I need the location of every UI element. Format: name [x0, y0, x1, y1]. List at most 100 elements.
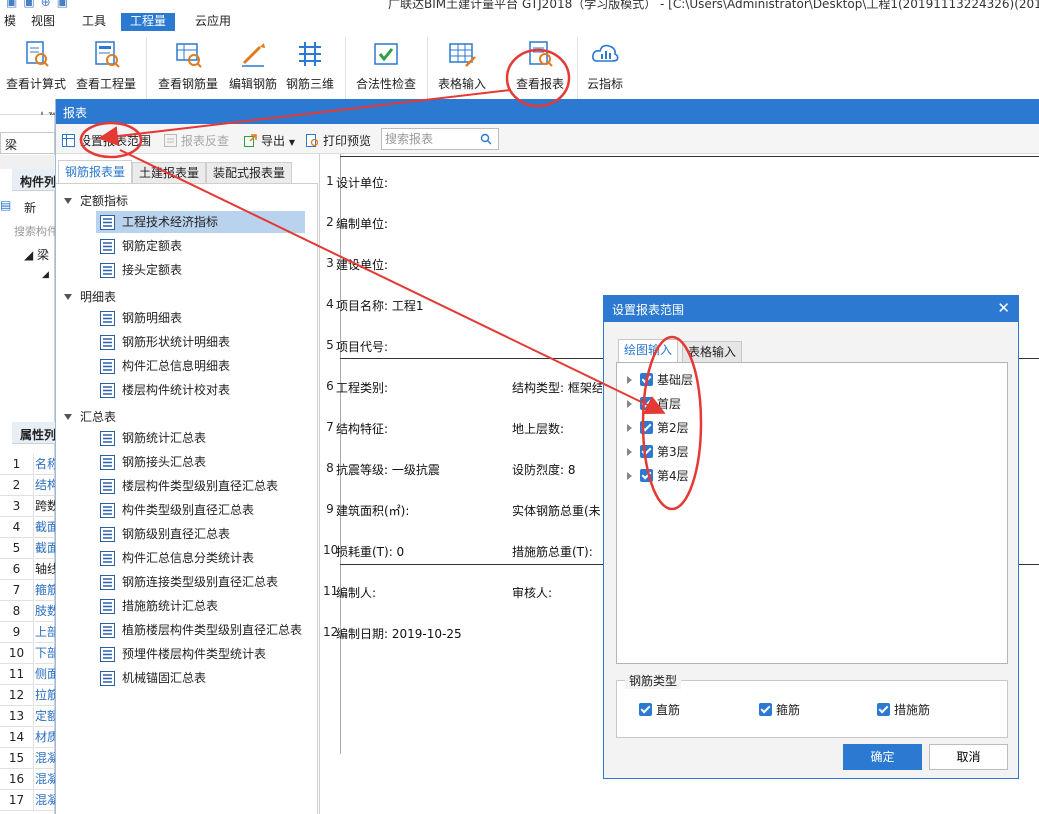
component-type-selector[interactable]: 梁: [0, 132, 55, 154]
floor-item[interactable]: 第3层: [627, 443, 689, 461]
expand-triangle-icon[interactable]: [627, 400, 632, 408]
report-row-number: 3: [326, 256, 334, 270]
report-item[interactable]: 钢筋接头汇总表: [96, 451, 210, 473]
rebar-type-stirrup[interactable]: 箍筋: [759, 701, 800, 718]
menu-tools[interactable]: 工具: [73, 13, 115, 31]
checkbox-checked-icon[interactable]: [640, 469, 653, 482]
export-button[interactable]: 导出 ▼: [244, 132, 295, 149]
tab-table-input[interactable]: 表格输入: [682, 341, 743, 362]
ok-button[interactable]: 确定: [843, 744, 922, 770]
expand-triangle-icon[interactable]: [627, 448, 632, 456]
property-row-name[interactable]: 跨数: [35, 496, 55, 517]
menu-cloud[interactable]: 云应用: [186, 13, 240, 31]
report-item[interactable]: 构件汇总信息明细表: [96, 355, 234, 377]
property-row-name[interactable]: 轴线: [35, 559, 55, 580]
validity-check-icon: [374, 43, 398, 65]
report-group[interactable]: 汇总表: [64, 408, 116, 425]
property-row-name[interactable]: 结构: [35, 475, 55, 496]
report-item[interactable]: 楼层构件统计校对表: [96, 379, 234, 401]
edit-rebar-button[interactable]: 编辑钢筋: [227, 39, 279, 92]
report-item[interactable]: 措施筋统计汇总表: [96, 595, 222, 617]
report-doc-icon: [100, 431, 115, 446]
report-group[interactable]: 定额指标: [64, 192, 128, 209]
report-item[interactable]: 机械锚固汇总表: [96, 667, 210, 689]
tab-civil-report[interactable]: 土建报表量: [132, 162, 207, 183]
checkbox-checked-icon[interactable]: [640, 445, 653, 458]
menu-quantity[interactable]: 工程量: [121, 13, 176, 31]
property-row-name[interactable]: 定额: [35, 706, 55, 727]
property-row-name[interactable]: 截面: [35, 538, 55, 559]
view-quantity-button[interactable]: 查看工程量: [75, 39, 137, 92]
search-icon[interactable]: [480, 133, 492, 145]
report-item[interactable]: 钢筋定额表: [96, 235, 186, 257]
report-item[interactable]: 钢筋形状统计明细表: [96, 331, 234, 353]
report-item[interactable]: 预埋件楼层构件类型统计表: [96, 643, 270, 665]
view-report-button[interactable]: 查看报表: [514, 39, 566, 92]
component-search-input[interactable]: 搜索构件: [14, 223, 58, 239]
report-search-input[interactable]: [382, 129, 478, 149]
property-row-name[interactable]: 名称: [35, 454, 55, 475]
property-row-number: 8: [0, 601, 34, 622]
property-row-name[interactable]: 箍筋: [35, 580, 55, 601]
view-rebar-button[interactable]: 查看钢筋量: [156, 39, 220, 92]
rebar-3d-button[interactable]: 钢筋三维: [284, 39, 336, 92]
checkbox-checked-icon[interactable]: [640, 373, 653, 386]
cloud-index-button[interactable]: 云指标: [584, 39, 626, 92]
report-item[interactable]: 植筋楼层构件类型级别直径汇总表: [96, 619, 306, 641]
property-row-name[interactable]: 混凝: [35, 748, 55, 769]
report-item[interactable]: 工程技术经济指标: [96, 211, 305, 233]
property-row-name[interactable]: 混凝: [35, 790, 55, 811]
tab-prefab-report[interactable]: 装配式报表量: [206, 162, 293, 183]
report-doc-icon: [100, 383, 115, 398]
property-row-name[interactable]: 混凝: [35, 769, 55, 790]
tree-root-beam[interactable]: ◢ 梁: [24, 246, 49, 263]
close-icon[interactable]: ✕: [997, 299, 1010, 317]
report-item[interactable]: 钢筋统计汇总表: [96, 427, 210, 449]
checkbox-checked-icon[interactable]: [640, 421, 653, 434]
report-reverse-check-button[interactable]: 报表反查: [164, 132, 229, 149]
floor-item[interactable]: 首层: [627, 395, 681, 413]
cancel-button[interactable]: 取消: [929, 744, 1008, 770]
expand-triangle-icon[interactable]: [627, 472, 632, 480]
property-row-name[interactable]: 肢数: [35, 601, 55, 622]
report-item[interactable]: 楼层构件类型级别直径汇总表: [96, 475, 282, 497]
report-doc-icon: [100, 359, 115, 374]
menu-view[interactable]: 视图: [22, 13, 64, 31]
property-row-name[interactable]: 材质: [35, 727, 55, 748]
property-row-number: 11: [0, 664, 34, 685]
property-row-number: 2: [0, 475, 34, 496]
table-input-button[interactable]: 表格输入: [436, 39, 488, 92]
report-doc-icon: [100, 311, 115, 326]
collapse-triangle-icon: [64, 198, 72, 204]
report-item[interactable]: 构件汇总信息分类统计表: [96, 547, 258, 569]
property-row-name[interactable]: 上部: [35, 622, 55, 643]
tab-rebar-report[interactable]: 钢筋报表量: [58, 160, 133, 183]
floor-item[interactable]: 基础层: [627, 371, 693, 389]
rebar-type-straight[interactable]: 直筋: [639, 701, 680, 718]
report-item[interactable]: 钢筋明细表: [96, 307, 186, 329]
tree-expand-icon[interactable]: ◢: [42, 270, 49, 280]
new-component-icon[interactable]: ▤: [0, 198, 11, 212]
set-report-range-button[interactable]: 设置报表范围: [62, 132, 151, 149]
property-row-name[interactable]: 截面: [35, 517, 55, 538]
print-preview-button[interactable]: 打印预览: [306, 132, 371, 149]
property-row-name[interactable]: 拉筋: [35, 685, 55, 706]
checkbox-checked-icon[interactable]: [640, 397, 653, 410]
floor-item[interactable]: 第2层: [627, 419, 689, 437]
report-item[interactable]: 钢筋级别直径汇总表: [96, 523, 234, 545]
floor-item[interactable]: 第4层: [627, 467, 689, 485]
tab-drawing-input[interactable]: 绘图输入: [618, 339, 679, 362]
report-group[interactable]: 明细表: [64, 288, 116, 305]
view-formula-button[interactable]: 查看计算式: [5, 39, 67, 92]
property-row-name[interactable]: 下部: [35, 643, 55, 664]
report-item[interactable]: 接头定额表: [96, 259, 186, 281]
expand-triangle-icon[interactable]: [627, 376, 632, 384]
rebar-type-measure[interactable]: 措施筋: [877, 701, 930, 718]
report-item[interactable]: 构件类型级别直径汇总表: [96, 499, 258, 521]
validity-check-button[interactable]: 合法性检查: [354, 39, 418, 92]
report-item[interactable]: 钢筋连接类型级别直径汇总表: [96, 571, 282, 593]
quick-access-icons[interactable]: ▣▣⊕▣: [6, 0, 74, 9]
expand-triangle-icon[interactable]: [627, 424, 632, 432]
property-row-name[interactable]: 侧面: [35, 664, 55, 685]
new-component-button[interactable]: 新: [24, 199, 36, 216]
